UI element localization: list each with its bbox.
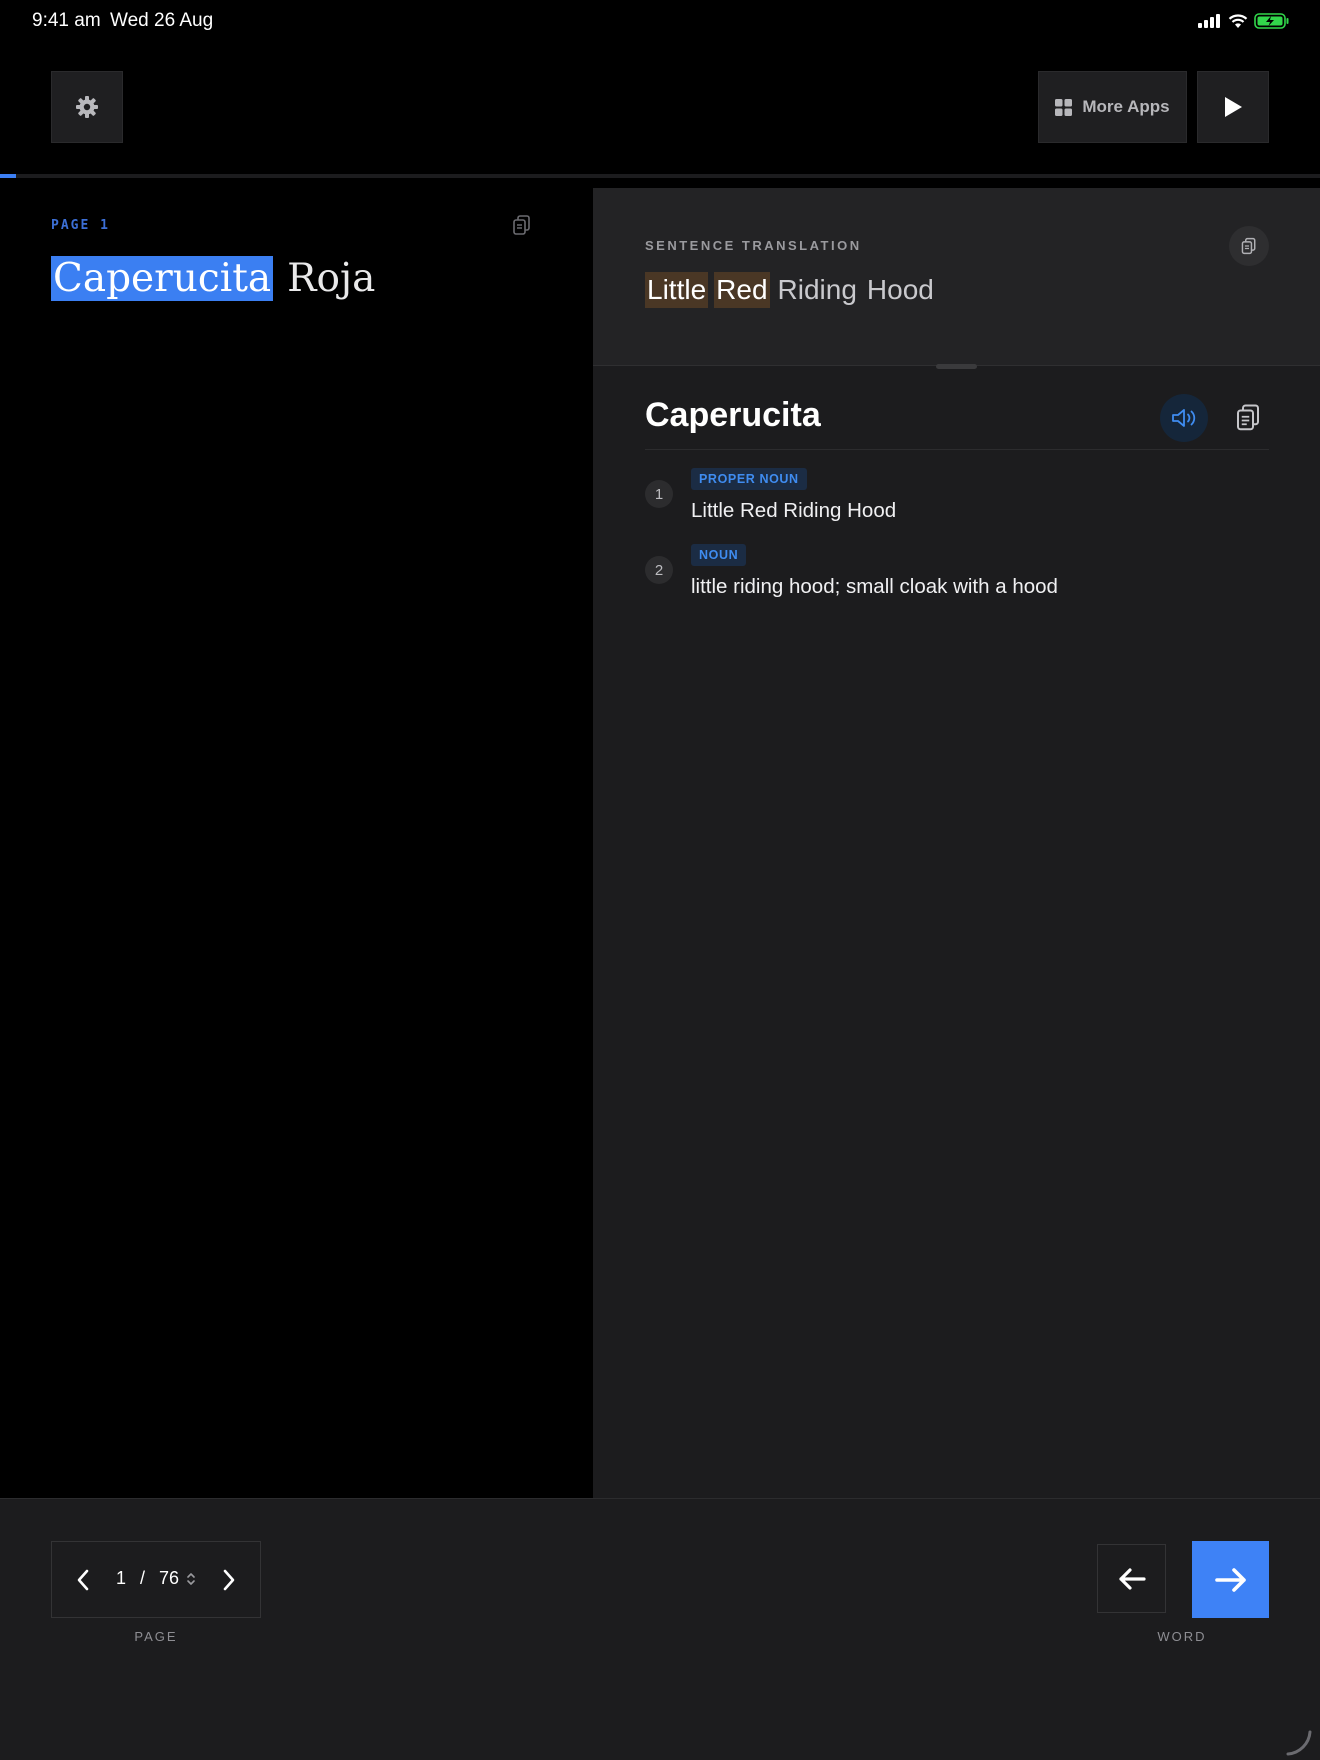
home-indicator-icon [1286,1730,1312,1756]
previous-word-button[interactable] [1097,1544,1166,1613]
page-pager: 1 / 76 [51,1541,261,1618]
translation-words: Little Red Riding Hood [645,272,936,308]
definition-number: 2 [645,556,673,584]
reading-progress-bar [0,174,1320,178]
reader-pane: PAGE 1 Caperucita Roja [0,188,593,1498]
play-icon [1225,97,1242,117]
definition-item: 1 PROPER NOUN Little Red Riding Hood [645,468,1269,544]
current-page: 1 [116,1568,127,1588]
translation-label: SENTENCE TRANSLATION [645,238,862,253]
definition-number: 1 [645,480,673,508]
part-of-speech-badge: NOUN [691,544,747,566]
next-word-button[interactable] [1192,1541,1269,1618]
sentence-translation-section: SENTENCE TRANSLATION Little Red Riding H… [593,188,1320,366]
word-copy-button[interactable] [1231,400,1265,436]
previous-page-button[interactable] [66,1562,100,1598]
speaker-icon [1172,409,1196,427]
dictionary-word: Caperucita [645,396,821,434]
source-sentence: Caperucita Roja [51,256,377,301]
part-of-speech-badge: PROPER NOUN [691,468,807,490]
arrow-right-icon [1214,1567,1246,1592]
bottom-navigation-bar: 1 / 76 PAGE WORD [0,1498,1320,1760]
definition-item: 2 NOUN little riding hood; small cloak w… [645,544,1269,620]
page-separator: / [140,1568,146,1588]
speak-button[interactable] [1160,394,1208,442]
settings-button[interactable] [51,71,123,143]
reading-progress-fill [0,174,16,178]
sentence-word[interactable]: Roja [285,256,377,301]
translation-word[interactable]: Little [645,272,709,308]
copy-icon [1241,237,1256,255]
grid-icon [1055,98,1073,116]
status-bar: 9:41 am Wed 26 Aug [0,0,1320,44]
more-apps-label: More Apps [1082,97,1170,116]
translation-word[interactable]: Hood [865,272,936,308]
chevron-right-icon [223,1569,235,1591]
dictionary-panel: SENTENCE TRANSLATION Little Red Riding H… [593,188,1320,1498]
play-button[interactable] [1197,71,1269,143]
wifi-icon [1228,13,1248,28]
more-apps-button[interactable]: More Apps [1038,71,1187,143]
translation-word[interactable]: Riding [776,272,859,308]
translation-copy-button[interactable] [1229,226,1269,266]
status-icons [1198,11,1290,31]
arrow-left-icon [1118,1567,1146,1590]
translation-word[interactable]: Red [714,272,770,308]
status-date: Wed 26 Aug [110,10,214,31]
chevron-left-icon [77,1569,89,1591]
definition-text: Little Red Riding Hood [691,499,897,522]
copy-icon [1237,404,1259,431]
chevron-up-down-icon [187,1572,195,1585]
word-caption: WORD [1157,1629,1207,1644]
battery-charging-icon [1254,13,1289,29]
page-caption: PAGE [134,1629,178,1644]
status-time: 9:41 am [32,10,101,31]
cellular-signal-icon [1198,14,1220,28]
definition-text: little riding hood; small cloak with a h… [691,575,1058,598]
next-page-button[interactable] [212,1562,246,1598]
page-label: PAGE 1 [51,218,110,233]
page-selector[interactable]: 1 / 76 [116,1568,197,1589]
selected-word[interactable]: Caperucita [51,256,274,301]
drag-handle[interactable] [936,364,977,369]
total-pages: 76 [159,1568,180,1588]
copy-icon[interactable] [511,214,533,236]
divider [645,449,1269,450]
gear-icon [76,96,98,118]
definition-list: 1 PROPER NOUN Little Red Riding Hood 2 N… [645,468,1269,620]
